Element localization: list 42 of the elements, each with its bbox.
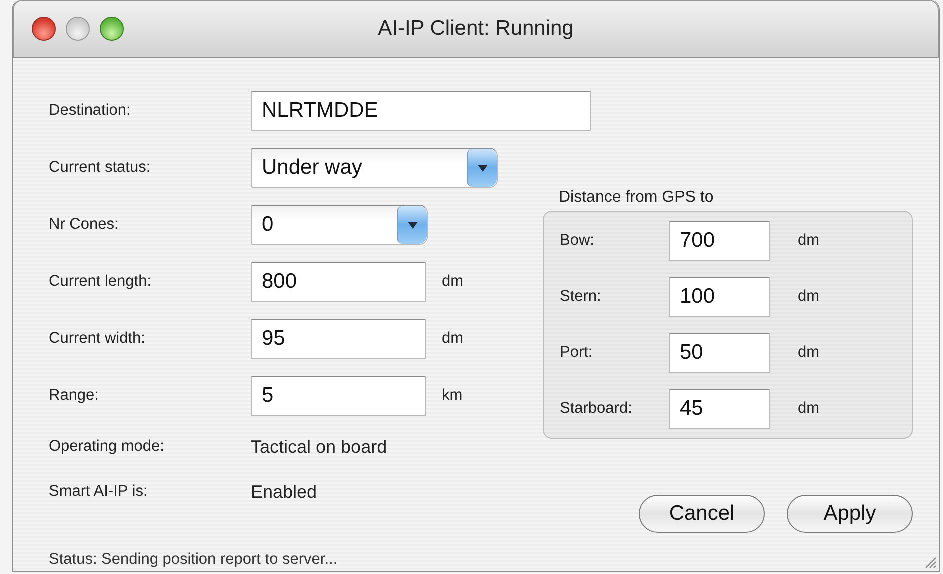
unit-label: dm xyxy=(442,330,464,348)
dropdown-arrow-icon xyxy=(408,222,418,228)
field-label: Current status: xyxy=(49,159,152,177)
field-label: Starboard: xyxy=(560,400,634,418)
dropdown[interactable]: Under way xyxy=(251,148,498,188)
field-label: Range: xyxy=(49,387,100,405)
text-field[interactable]: 800 xyxy=(251,262,426,302)
field-label: Current width: xyxy=(49,330,146,348)
unit-label: dm xyxy=(798,288,820,306)
unit-label: dm xyxy=(798,400,820,418)
zoom-button[interactable] xyxy=(100,17,124,41)
field-label: Bow: xyxy=(560,232,596,250)
field-label: Current length: xyxy=(49,273,153,291)
unit-label: dm xyxy=(798,344,820,362)
text-field[interactable]: 700 xyxy=(669,221,770,261)
text-field[interactable]: 100 xyxy=(669,277,770,317)
apply-button[interactable]: Apply xyxy=(787,495,913,533)
dropdown[interactable]: 0 xyxy=(251,205,428,245)
text-field[interactable]: NLRTMDDE xyxy=(251,91,591,131)
value-text: Tactical on board xyxy=(251,436,388,458)
close-button[interactable] xyxy=(32,17,56,41)
window-title: AI-IP Client: Running xyxy=(378,17,574,41)
group-title: Distance from GPS to xyxy=(559,189,715,208)
field-label: Operating mode: xyxy=(49,438,166,456)
value-text: Enabled xyxy=(251,482,318,502)
text-field[interactable]: 45 xyxy=(669,389,770,429)
text-field[interactable]: 95 xyxy=(251,319,426,359)
unit-label: dm xyxy=(798,232,820,250)
text-field[interactable]: 50 xyxy=(669,333,770,373)
unit-label: dm xyxy=(442,273,464,291)
minimize-button[interactable] xyxy=(66,17,90,41)
text-field[interactable]: 5 xyxy=(251,376,426,416)
cancel-button[interactable]: Cancel xyxy=(639,495,765,533)
status-text: Status: Sending position report to server... xyxy=(49,551,338,569)
field-label: Smart AI-IP is: xyxy=(49,483,149,501)
dropdown-arrow-icon xyxy=(478,164,488,172)
unit-label: km xyxy=(442,387,463,405)
field-label: Stern: xyxy=(560,288,602,306)
resize-grip-icon[interactable] xyxy=(923,555,937,569)
field-label: Port: xyxy=(560,344,594,362)
field-label: Nr Cones: xyxy=(49,216,120,234)
field-label: Destination: xyxy=(49,102,132,120)
